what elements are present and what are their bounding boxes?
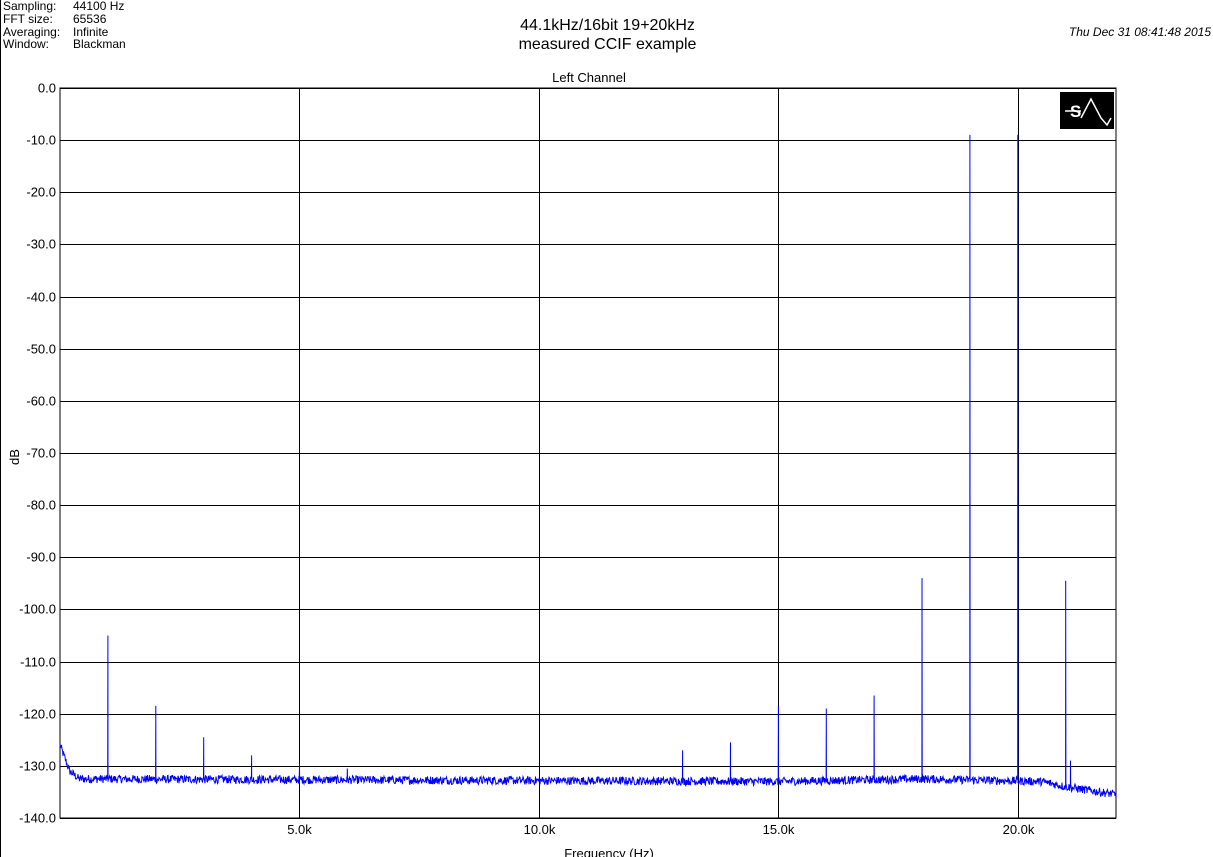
spectrum-chart: Left Channel 0.0 -10.0 -20.0 -30.0 -40.0 -50.… xyxy=(7,70,1117,857)
chart-subtitle: Left Channel xyxy=(552,70,626,85)
x-tick-label: 5.0k xyxy=(287,822,312,837)
y-axis-label: dB xyxy=(7,449,22,465)
x-tick-label: 20.0k xyxy=(1003,822,1035,837)
y-tick-label: -70.0 xyxy=(26,446,56,461)
x-axis-ticks: 5.0k 10.0k 15.0k 20.0k xyxy=(287,822,1035,837)
y-tick-label: -100.0 xyxy=(19,602,56,617)
spectrum-trace xyxy=(59,134,1117,799)
y-tick-label: -40.0 xyxy=(26,290,56,305)
y-tick-label: -80.0 xyxy=(26,498,56,513)
y-tick-label: 0.0 xyxy=(38,81,56,96)
y-tick-label: -20.0 xyxy=(26,185,56,200)
y-tick-label: -110.0 xyxy=(20,655,56,670)
y-tick-label: -140.0 xyxy=(19,811,56,826)
grid xyxy=(59,87,1117,819)
y-tick-label: -120.0 xyxy=(19,707,56,722)
x-axis-label: Frequency (Hz) xyxy=(564,846,654,857)
x-tick-label: 10.0k xyxy=(524,822,556,837)
y-tick-label: -130.0 xyxy=(19,759,56,774)
y-tick-label: -30.0 xyxy=(26,237,56,252)
y-tick-label: -60.0 xyxy=(26,394,56,409)
y-tick-label: -90.0 xyxy=(26,550,56,565)
y-axis-ticks: 0.0 -10.0 -20.0 -30.0 -40.0 -50.0 -60.0 -70.0 -8… xyxy=(19,81,56,826)
brand-logo: S xyxy=(1060,92,1114,129)
y-tick-label: -50.0 xyxy=(26,342,56,357)
plot-window: Sampling: 44100 Hz FFT size: 65536 Avera… xyxy=(0,0,1213,857)
y-tick-label: -10.0 xyxy=(26,133,56,148)
x-tick-label: 15.0k xyxy=(763,822,795,837)
